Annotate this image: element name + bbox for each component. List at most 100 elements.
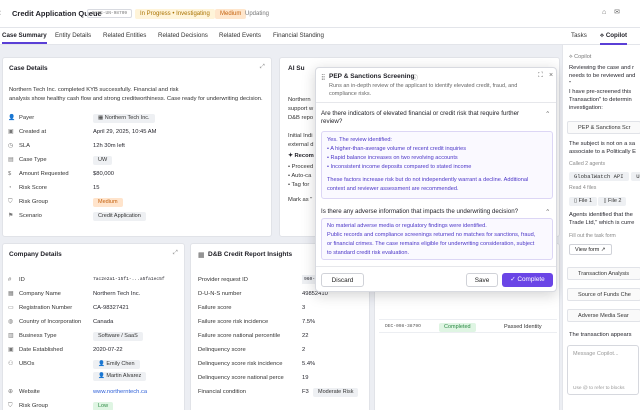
chevron-left-icon[interactable]: ‹ [0, 7, 1, 17]
row-value: $80,000 [93, 171, 114, 177]
company-details-card: Company Details ⤢ # ID 7ac2e2a1-15f1-...a5… [2, 243, 185, 410]
detail-row-amount: $ Amount Requested $80,000 [3, 168, 271, 180]
tab-related-decisions[interactable]: Related Decisions [158, 32, 208, 39]
copilot-bottom-text: The transaction appears [569, 332, 632, 338]
file-chip[interactable]: ▯ File 2 [598, 197, 627, 206]
right-tabs: Tasks ⟡ Copilot [562, 28, 640, 45]
answer-line: No material adverse media or regulatory … [327, 223, 487, 229]
tab-tasks[interactable]: Tasks [571, 32, 587, 39]
answer-line: These factors increase risk but do not i… [327, 177, 529, 183]
shield-icon: ⛉ [8, 403, 13, 409]
task-label: Transaction Analysis [578, 271, 630, 277]
agent-chip[interactable]: GlobalWatch API [569, 172, 629, 181]
expand-icon[interactable]: ⛶ [538, 72, 543, 80]
copilot-line: Agents identified that the [569, 212, 633, 218]
report-icon: ▦ [198, 252, 205, 259]
user-icon: 👤 [8, 115, 16, 121]
task-label: Adverse Media Sear [578, 313, 629, 319]
tab-financial-standing[interactable]: Financial Standing [273, 32, 324, 39]
row-value: 3 [302, 305, 306, 311]
dnb-title: D&B Credit Report Insights [208, 251, 293, 258]
link-icon: ⊕ [8, 389, 13, 395]
tab-related-events[interactable]: Related Events [219, 32, 261, 39]
shield-icon: ⛉ [8, 199, 13, 205]
expand-icon[interactable]: ⤢ [173, 250, 178, 257]
payer-value: Northern Tech Inc. [104, 115, 150, 121]
ai-line: external d [288, 142, 314, 148]
tabs-bar: Case Summary Entity Details Related Enti… [0, 28, 562, 45]
copilot-line: " [569, 81, 572, 87]
task-transaction-analysis[interactable]: Transaction Analysis [567, 267, 640, 280]
modal-subtitle: Runs an in-depth review of the applicant… [329, 82, 517, 98]
view-form-button[interactable]: View form ↗ [569, 244, 612, 255]
answer-1-text: Yes. The review identified: • A higher-t… [327, 136, 528, 194]
close-icon[interactable]: × [549, 72, 553, 79]
dnb-row: Failure score national percentile 22 [191, 330, 369, 342]
row-value: 22 [302, 333, 309, 339]
discard-button[interactable]: Discard [321, 273, 364, 287]
ai-summary-title: AI Su [288, 65, 305, 72]
task-adverse-media[interactable]: Adverse Media Sear [567, 309, 640, 322]
company-row-country: ◍ Country of Incorporation Canada [3, 316, 184, 328]
website-link[interactable]: www.northerntech.ca [93, 386, 147, 398]
tab-case-summary[interactable]: Case Summary [2, 32, 47, 44]
rec-item: • Tag for [288, 182, 310, 188]
file-chip[interactable]: ▯ File 1 [569, 197, 598, 206]
row-value[interactable]: 👤 Emily Chen [93, 358, 140, 370]
rec-title-text: Recom [294, 153, 314, 159]
agents-label: Called 2 agents [569, 161, 606, 167]
priority-badge: Medium [215, 9, 247, 19]
row-label: Risk Score [19, 185, 48, 191]
completed-badge: Completed [439, 323, 476, 332]
answer-line: to standard credit risk evaluation. [327, 250, 410, 256]
file-chips: ▯ File 1 ▯ File 2 [569, 197, 627, 206]
complete-button[interactable]: ✓ Complete [502, 273, 553, 287]
case-summary-text: Northern Tech Inc. completed KYB success… [9, 86, 271, 104]
row-label: Provider request ID [198, 277, 248, 283]
collapse-icon[interactable]: ⌃ [545, 110, 550, 118]
tab-related-entities[interactable]: Related Entities [103, 32, 146, 39]
question-1: Are there indicators of elevated financi… [321, 110, 519, 126]
copilot-intro: Reviewing the case and r needs to be rev… [569, 64, 635, 112]
dnb-row: Delinquency score national perce 19 [191, 372, 369, 384]
company-details-title: Company Details [9, 251, 62, 258]
ai-footer: Mark as " [288, 197, 313, 203]
building-icon: ▦ [98, 115, 105, 121]
task-pep-sanctions[interactable]: PEP & Sanctions Scr [567, 121, 640, 134]
ai-line: D&B repo [288, 115, 314, 121]
question-line: review? [321, 118, 343, 125]
row-label: D-U-N-S number [198, 291, 242, 297]
copilot-line: investigation: [569, 105, 603, 111]
row-label: Failure score national percentile [198, 333, 281, 339]
company-row-type: ▥ Business Type Software / SaaS [3, 330, 184, 342]
decision-row[interactable]: DEC-098-3879O Completed Passed Identity [379, 319, 557, 333]
briefcase-icon: ▥ [8, 333, 14, 339]
tab-copilot[interactable]: ⟡ Copilot [600, 32, 628, 45]
copilot-line: Trade Ltd," which is curre [569, 220, 635, 226]
message-input[interactable]: Message Copilot... Use @ to refer to blo… [567, 345, 639, 395]
header-actions-icon[interactable]: ⌂ ✉ [602, 8, 623, 16]
message-placeholder: Message Copilot... [573, 351, 619, 357]
rec-item: • Auto-ca [288, 173, 312, 179]
calendar-icon: ▣ [8, 347, 14, 353]
row-value[interactable]: 👤 Martin Alvarez [93, 370, 147, 382]
row-label: SLA [19, 143, 30, 149]
save-button[interactable]: Save [466, 273, 498, 287]
row-label: Business Type [19, 333, 57, 339]
expand-icon[interactable]: ⤢ [260, 64, 265, 71]
tab-entity-details[interactable]: Entity Details [55, 32, 91, 39]
agent-chip[interactable]: UBO Look [631, 172, 640, 181]
row-value: 7ac2e2a1-15f1-...a5fa1ec5f [93, 277, 165, 282]
task-source-of-funds[interactable]: Source of Funds Che [567, 288, 640, 301]
collapse-icon[interactable]: ⌃ [545, 208, 550, 216]
row-label: Company Name [19, 291, 61, 297]
dnb-row: Financial condition F3 Moderate Risk [191, 386, 369, 398]
divider [316, 102, 556, 103]
copilot-panel: ⟡ Copilot Reviewing the case and r needs… [562, 45, 640, 410]
answer-2-box[interactable]: No material adverse media or regulatory … [321, 218, 553, 260]
fill-form-label: Fill out the task form [569, 233, 616, 239]
answer-1-box[interactable]: Yes. The review identified: • A higher-t… [321, 131, 553, 199]
row-value[interactable]: ▦ Northern Tech Inc. [93, 112, 155, 124]
message-hint: Use @ to refer to blocks [573, 386, 625, 391]
